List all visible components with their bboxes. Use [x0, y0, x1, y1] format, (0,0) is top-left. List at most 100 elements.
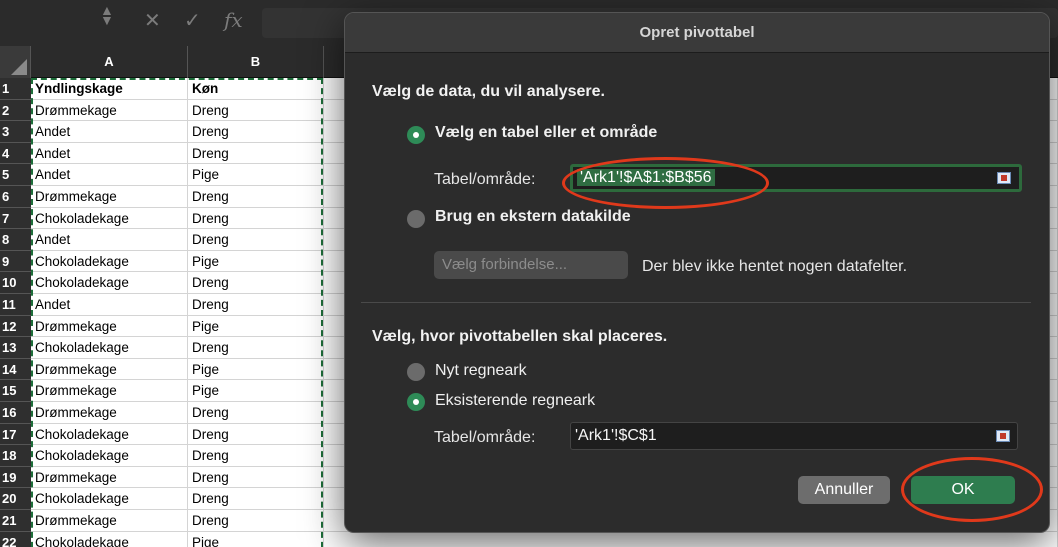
row-number[interactable]: 15: [0, 380, 31, 402]
ok-button[interactable]: OK: [911, 476, 1015, 504]
row-number[interactable]: 12: [0, 315, 31, 338]
cell-a[interactable]: Andet: [31, 164, 188, 186]
choose-connection-button[interactable]: Vælg forbindelse...: [434, 251, 628, 279]
cell-a[interactable]: Chokoladekage: [31, 272, 188, 294]
cell-a[interactable]: Andet: [31, 121, 188, 143]
cell-a[interactable]: Andet: [31, 142, 188, 165]
row-number[interactable]: 9: [0, 250, 31, 273]
row-number[interactable]: 8: [0, 229, 31, 251]
no-fields-text: Der blev ikke hentet nogen datafelter.: [642, 258, 908, 275]
row-number[interactable]: 21: [0, 510, 31, 532]
row-number[interactable]: 16: [0, 402, 31, 424]
radio-table-range[interactable]: [407, 126, 425, 144]
cell-b[interactable]: Dreng: [188, 337, 324, 359]
row-number[interactable]: 20: [0, 488, 31, 510]
cell-a[interactable]: Chokoladekage: [31, 488, 188, 510]
row-number[interactable]: 1: [0, 78, 31, 100]
row-number[interactable]: 13: [0, 337, 31, 359]
cell-b[interactable]: Dreng: [188, 402, 324, 424]
confirm-icon[interactable]: ✓: [184, 8, 201, 33]
cell-b[interactable]: Dreng: [188, 510, 324, 532]
cell-a[interactable]: Chokoladekage: [31, 531, 188, 547]
table-range-label: Tabel/område:: [434, 171, 536, 188]
cell-a[interactable]: Drømmekage: [31, 402, 188, 424]
row-number[interactable]: 3: [0, 121, 31, 143]
stepper-icon[interactable]: ▲ ▼: [100, 3, 114, 27]
cell-b[interactable]: Pige: [188, 358, 324, 381]
function-icon[interactable]: fx: [224, 8, 243, 32]
cell-b[interactable]: Dreng: [188, 229, 324, 251]
cell-a[interactable]: Drømmekage: [31, 466, 188, 489]
dest-range-picker-icon[interactable]: [996, 430, 1010, 442]
cell-b[interactable]: Pige: [188, 250, 324, 273]
cell-a[interactable]: Drømmekage: [31, 99, 188, 122]
row-number[interactable]: 19: [0, 466, 31, 489]
row-number[interactable]: 18: [0, 445, 31, 467]
cell-a[interactable]: Drømmekage: [31, 358, 188, 381]
row-number[interactable]: 10: [0, 272, 31, 294]
table-row: 22 Chokoladekage Pige: [0, 531, 1058, 547]
section-data-heading: Vælg de data, du vil analysere.: [372, 83, 605, 100]
cell-b[interactable]: Køn: [188, 78, 324, 100]
radio-table-range-label[interactable]: Vælg en tabel eller et område: [435, 124, 657, 142]
radio-external-source[interactable]: [407, 210, 425, 228]
cell-a[interactable]: Drømmekage: [31, 315, 188, 338]
cell-a[interactable]: Chokoladekage: [31, 445, 188, 467]
cell-a[interactable]: Yndlingskage: [31, 78, 188, 100]
row-number[interactable]: 22: [0, 531, 31, 547]
cell-a[interactable]: Andet: [31, 229, 188, 251]
dest-range-label: Tabel/område:: [434, 429, 536, 446]
cancel-button[interactable]: Annuller: [798, 476, 890, 504]
cell-b[interactable]: Pige: [188, 380, 324, 402]
cell-b[interactable]: Dreng: [188, 99, 324, 122]
cell-b[interactable]: Dreng: [188, 186, 324, 208]
section-divider: [361, 302, 1031, 303]
cell-a[interactable]: Drømmekage: [31, 186, 188, 208]
cell-b[interactable]: Pige: [188, 164, 324, 186]
cell-a[interactable]: Drømmekage: [31, 510, 188, 532]
cell-b[interactable]: Dreng: [188, 466, 324, 489]
cell-empty[interactable]: [324, 531, 1058, 547]
row-number[interactable]: 6: [0, 186, 31, 208]
cell-b[interactable]: Dreng: [188, 445, 324, 467]
row-number[interactable]: 2: [0, 99, 31, 122]
column-header-b[interactable]: B: [188, 46, 324, 78]
radio-new-sheet-label[interactable]: Nyt regneark: [435, 362, 527, 380]
cell-b[interactable]: Dreng: [188, 272, 324, 294]
dest-range-value: 'Ark1'!$C$1: [575, 427, 657, 444]
radio-new-sheet[interactable]: [407, 363, 425, 381]
cell-b[interactable]: Dreng: [188, 207, 324, 230]
row-number[interactable]: 4: [0, 142, 31, 165]
cell-a[interactable]: Chokoladekage: [31, 423, 188, 446]
cell-b[interactable]: Dreng: [188, 488, 324, 510]
cell-a[interactable]: Chokoladekage: [31, 250, 188, 273]
select-all-corner[interactable]: [0, 46, 31, 78]
row-number[interactable]: 11: [0, 294, 31, 316]
cell-b[interactable]: Dreng: [188, 121, 324, 143]
radio-external-source-label[interactable]: Brug en ekstern datakilde: [435, 208, 631, 226]
section-placement-heading: Vælg, hvor pivottabellen skal placeres.: [372, 328, 668, 345]
range-picker-icon[interactable]: [997, 172, 1011, 184]
table-range-input[interactable]: 'Ark1'!$A$1:$B$56: [570, 164, 1022, 192]
cell-b[interactable]: Pige: [188, 531, 324, 547]
cell-b[interactable]: Pige: [188, 315, 324, 338]
row-number[interactable]: 5: [0, 164, 31, 186]
cell-a[interactable]: Chokoladekage: [31, 207, 188, 230]
cell-b[interactable]: Dreng: [188, 294, 324, 316]
row-number[interactable]: 7: [0, 207, 31, 230]
cell-b[interactable]: Dreng: [188, 423, 324, 446]
cell-a[interactable]: Chokoladekage: [31, 337, 188, 359]
create-pivottable-dialog: Opret pivottabel Vælg de data, du vil an…: [344, 12, 1050, 533]
dialog-title: Opret pivottabel: [345, 13, 1049, 53]
dest-range-input[interactable]: 'Ark1'!$C$1: [570, 422, 1018, 450]
cell-a[interactable]: Andet: [31, 294, 188, 316]
cell-b[interactable]: Dreng: [188, 142, 324, 165]
cell-a[interactable]: Drømmekage: [31, 380, 188, 402]
radio-existing-sheet-label[interactable]: Eksisterende regneark: [435, 392, 595, 410]
radio-existing-sheet[interactable]: [407, 393, 425, 411]
cancel-icon[interactable]: ✕: [144, 8, 161, 33]
column-header-a[interactable]: A: [31, 46, 188, 78]
row-number[interactable]: 17: [0, 423, 31, 446]
table-range-value: 'Ark1'!$A$1:$B$56: [577, 169, 715, 186]
row-number[interactable]: 14: [0, 358, 31, 381]
